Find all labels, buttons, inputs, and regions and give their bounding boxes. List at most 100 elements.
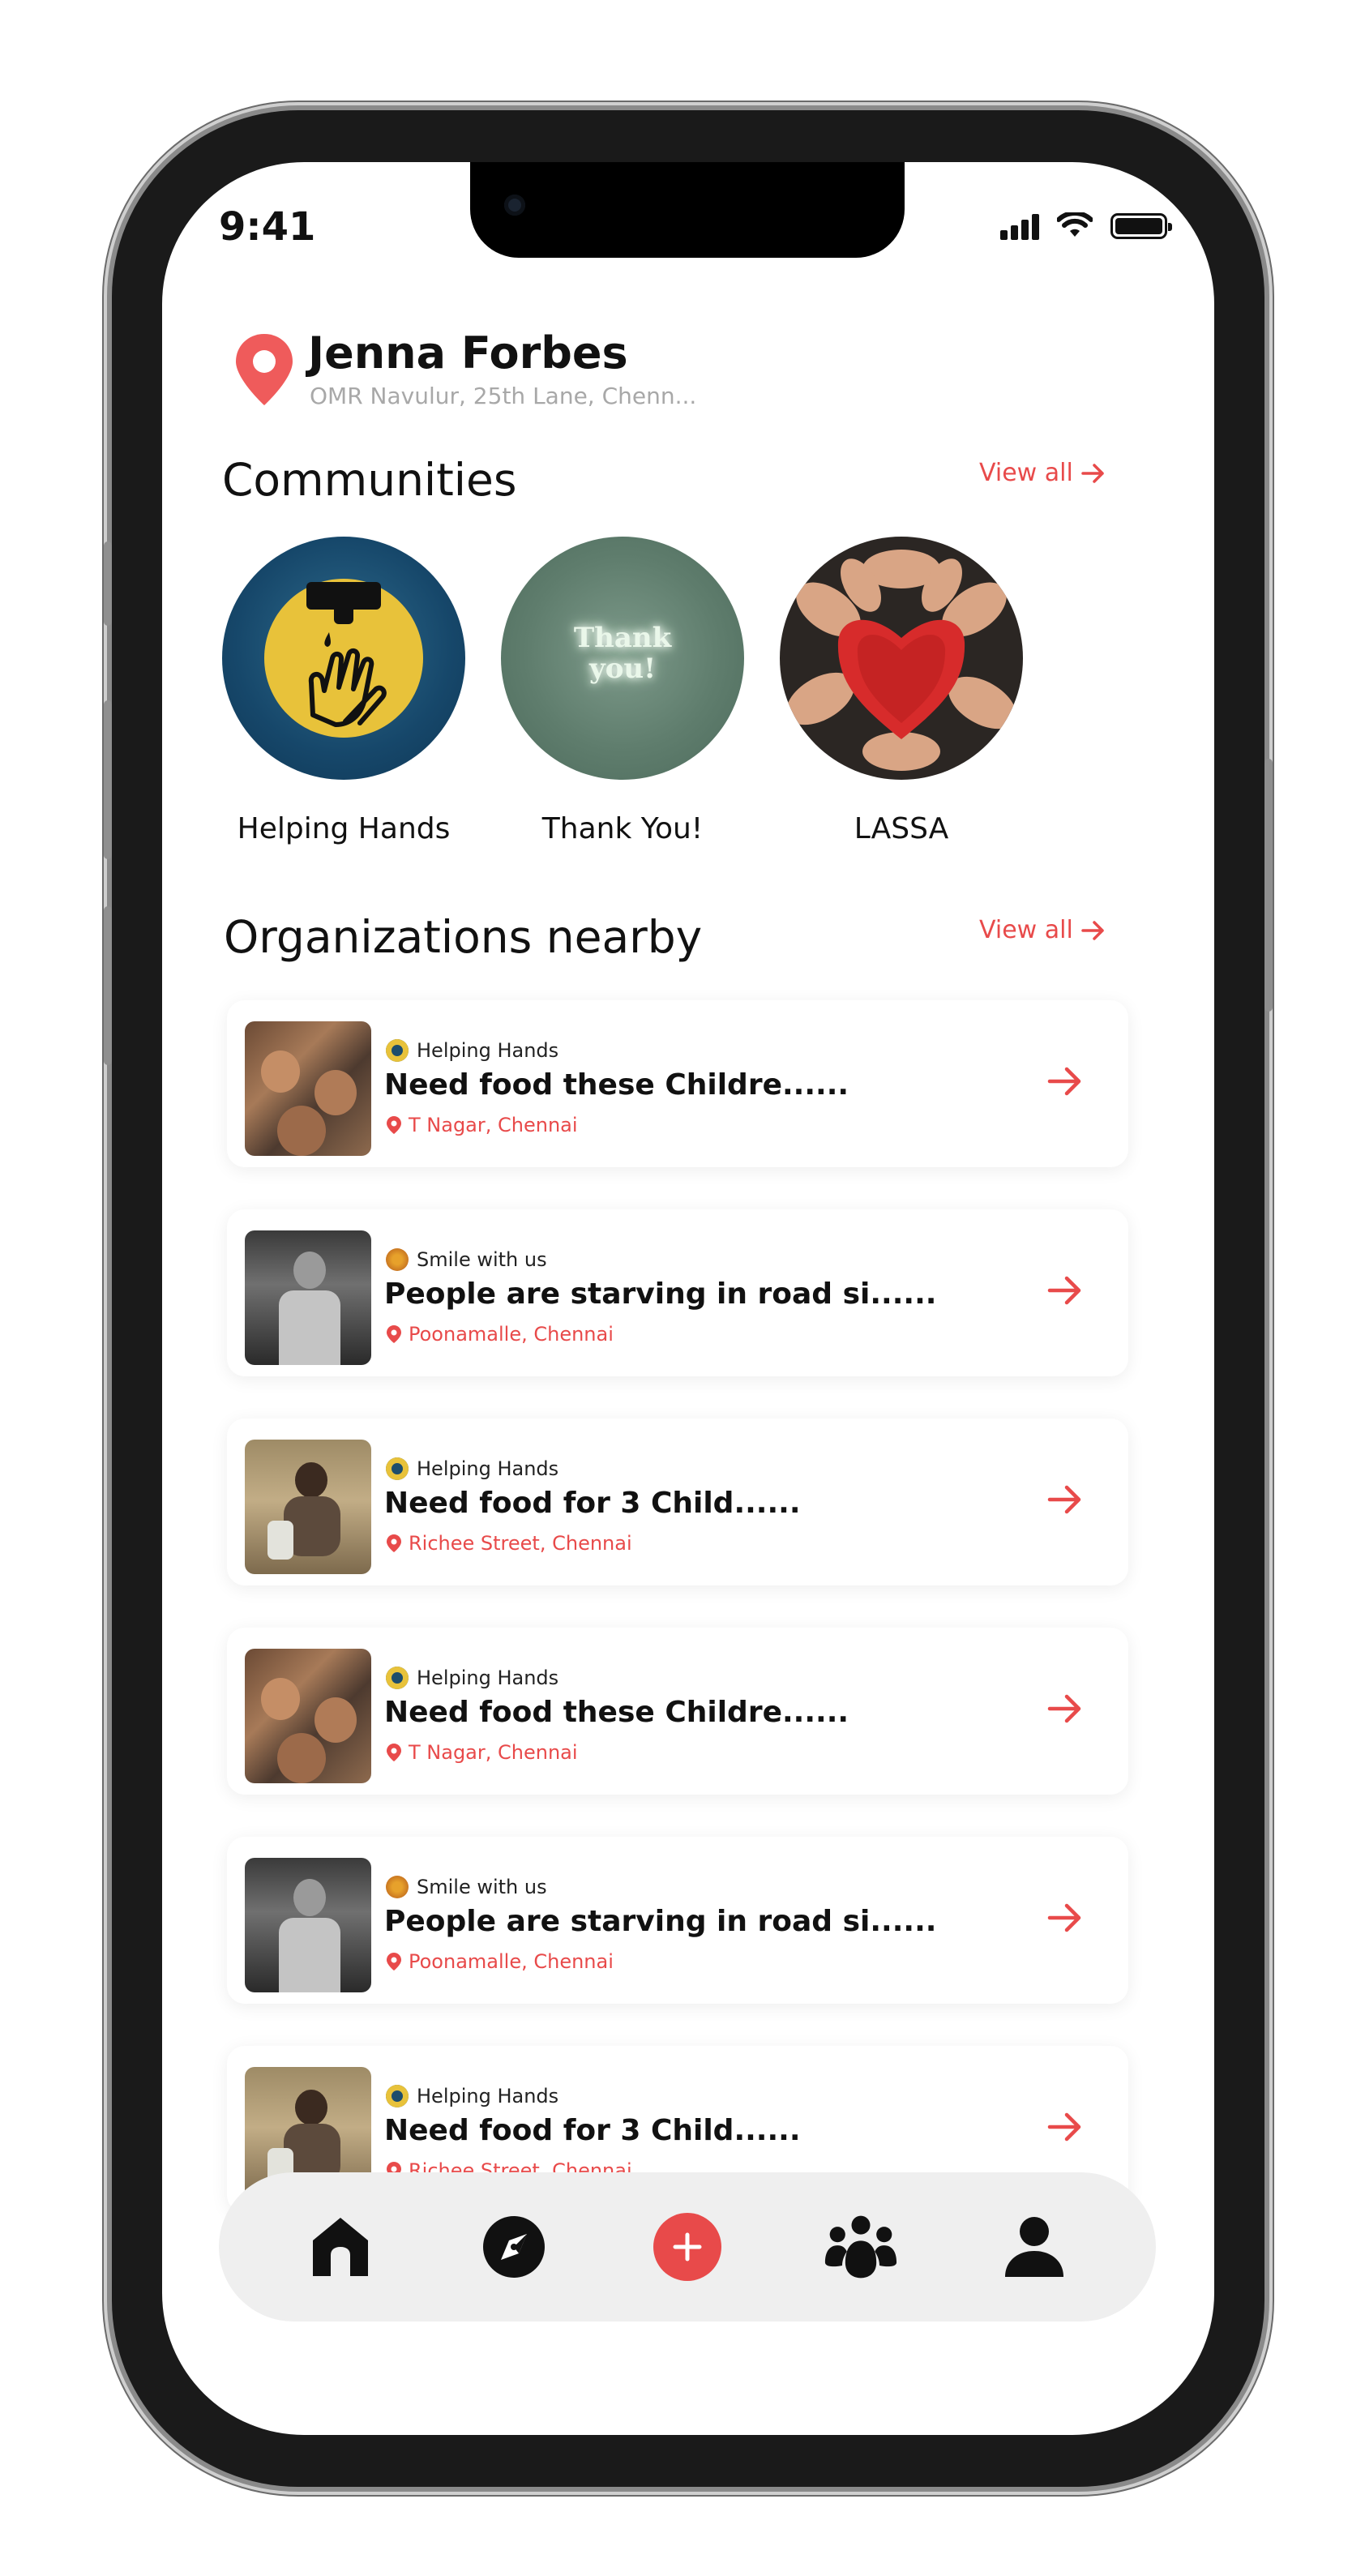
org-name: Smile with us [417,1248,547,1271]
volume-down-button [104,906,112,1065]
org-avatar [386,1667,409,1689]
community-image: Thank you! [501,537,744,780]
community-image [780,537,1023,780]
post-location: T Nagar, Chennai [386,1114,578,1136]
org-avatar [386,2085,409,2107]
post-title: Need food these Childre...... [384,1068,849,1102]
org-info: Helping Hands [386,1457,558,1480]
nav-explore[interactable] [477,2210,551,2284]
org-avatar [386,1039,409,1062]
post-thumbnail [245,1021,371,1156]
post-location: Poonamalle, Chennai [386,1323,614,1346]
org-avatar [386,1248,409,1271]
washing-hands-icon [308,632,387,727]
nav-add[interactable] [650,2210,725,2284]
post-title: People are starving in road si...... [384,1905,937,1938]
communities-view-all-link[interactable]: View all [979,459,1106,487]
organization-card[interactable]: Smile with us People are starving in roa… [227,1837,1128,2004]
org-info: Helping Hands [386,1667,558,1689]
organization-card[interactable]: Helping Hands Need food for 3 Child.....… [227,1419,1128,1585]
location-pin-icon [387,1744,401,1761]
location-pin-icon [387,1534,401,1552]
location-pin-icon [387,1116,401,1134]
community-lassa[interactable]: LASSA [780,537,1023,845]
nav-home[interactable] [303,2210,378,2284]
org-name: Helping Hands [417,2085,559,2107]
view-all-label: View all [979,916,1073,944]
notch [470,162,905,258]
location-pin-icon [387,1325,401,1343]
org-name: Smile with us [417,1876,547,1898]
arrow-right-icon[interactable] [1047,1065,1083,1098]
location-text: Poonamalle, Chennai [409,1323,614,1346]
community-label: Helping Hands [237,812,451,845]
add-icon [653,2213,721,2281]
org-info: Smile with us [386,1876,547,1898]
community-thank-you[interactable]: Thank you! Thank You! [501,537,744,845]
user-address[interactable]: OMR Navulur, 25th Lane, Chenn... [310,383,696,409]
compass-icon [483,2216,545,2278]
org-info: Helping Hands [386,2085,558,2107]
location-text: Richee Street, Chennai [409,1532,632,1555]
camera-icon [504,195,525,216]
hands-heart-image [786,550,1016,771]
post-thumbnail [245,1858,371,1992]
post-location: T Nagar, Chennai [386,1741,578,1764]
nav-profile[interactable] [997,2210,1072,2284]
location-text: T Nagar, Chennai [409,1741,578,1764]
app-screen: 9:41 Jenna Forbes OMR Navulur, 25th Lane… [162,162,1214,2435]
post-thumbnail [245,1440,371,1574]
community-helping-hands[interactable]: Helping Hands [222,537,465,845]
post-title: People are starving in road si...... [384,1277,937,1311]
arrow-right-icon[interactable] [1047,1274,1083,1307]
arrow-right-icon[interactable] [1047,1483,1083,1516]
org-avatar [386,1876,409,1898]
org-info: Smile with us [386,1248,547,1271]
post-thumbnail [245,1230,371,1365]
mute-switch [104,541,112,626]
location-pin-icon [236,334,293,405]
post-location: Richee Street, Chennai [386,1532,632,1555]
arrow-right-icon [1081,920,1104,940]
org-name: Helping Hands [417,1667,559,1689]
home-icon [313,2218,368,2276]
status-time: 9:41 [219,204,316,250]
organization-card[interactable]: Helping Hands Need food these Childre...… [227,1628,1128,1795]
nav-community[interactable] [824,2210,898,2284]
community-label: Thank You! [541,812,704,845]
status-icons [1000,212,1172,240]
organization-card[interactable]: Smile with us People are starving in roa… [227,1209,1128,1376]
organizations-title: Organizations nearby [224,911,703,963]
communities-title: Communities [222,454,517,506]
post-title: Need food these Childre...... [384,1696,849,1729]
post-thumbnail [245,1649,371,1783]
arrow-right-icon[interactable] [1047,1902,1083,1934]
org-avatar [386,1457,409,1480]
user-name[interactable]: Jenna Forbes [308,327,628,379]
organization-card[interactable]: Helping Hands Need food these Childre...… [227,1000,1128,1167]
thank-you-neon-text: Thank you! [573,622,672,685]
arrow-right-icon[interactable] [1047,1692,1083,1725]
location-text: T Nagar, Chennai [409,1114,578,1136]
post-location: Poonamalle, Chennai [386,1950,614,1973]
location-text: Poonamalle, Chennai [409,1950,614,1973]
post-title: Need food for 3 Child...... [384,2114,801,2147]
view-all-label: View all [979,459,1073,487]
org-name: Helping Hands [417,1457,559,1480]
power-button [1264,759,1273,1012]
post-title: Need food for 3 Child...... [384,1487,801,1520]
signal-icon [1000,212,1039,240]
bottom-nav [219,2172,1156,2321]
org-info: Helping Hands [386,1039,558,1062]
arrow-right-icon [1081,463,1104,483]
org-name: Helping Hands [417,1039,559,1062]
community-image [222,537,465,780]
battery-icon [1110,213,1172,239]
volume-up-button [104,700,112,859]
wifi-icon [1057,212,1093,237]
organizations-view-all-link[interactable]: View all [979,916,1106,944]
arrow-right-icon[interactable] [1047,2111,1083,2143]
profile-icon [1005,2217,1063,2277]
location-pin-icon [387,1953,401,1971]
community-label: LASSA [854,812,949,845]
